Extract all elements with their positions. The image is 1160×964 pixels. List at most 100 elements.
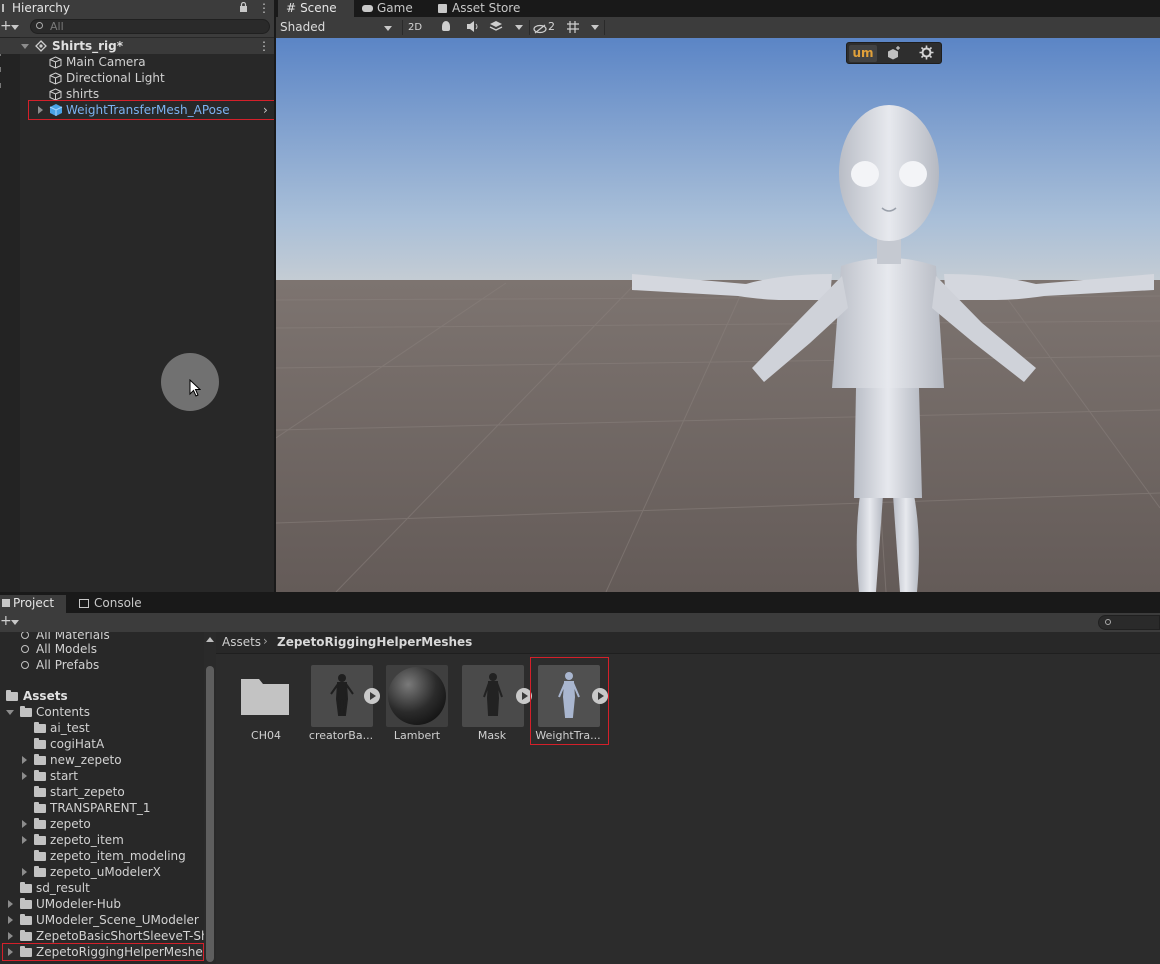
scene-viewport[interactable]: um [276, 38, 1160, 592]
folder-icon [34, 738, 46, 749]
folder-icon [20, 946, 32, 957]
scene-menu-icon[interactable]: ⋮ [258, 38, 270, 54]
lock-icon[interactable] [239, 1, 247, 12]
hierarchy-toolbar: + All [0, 17, 276, 37]
project-toolbar: + [0, 613, 1160, 632]
folder-icon [34, 786, 46, 797]
tree-item-cogihata[interactable]: cogiHatA [0, 736, 200, 752]
favorite-all-prefabs[interactable]: All Prefabs [0, 657, 200, 673]
add-icon[interactable]: + [0, 18, 12, 34]
shopping-bag-icon [438, 4, 447, 13]
tree-item-transparent-1[interactable]: TRANSPARENT_1 [0, 800, 200, 816]
tab-hierarchy[interactable]: Hierarchy [0, 0, 276, 17]
tab-asset-store[interactable]: Asset Store [436, 0, 536, 17]
folder-icon [6, 690, 18, 701]
large-folder-icon [241, 679, 289, 715]
material-sphere-icon [388, 667, 446, 725]
fold-open-icon[interactable] [6, 710, 14, 715]
hierarchy-item-shirts[interactable]: shirts [0, 86, 276, 102]
fold-closed-icon[interactable] [8, 916, 13, 924]
list-icon [2, 4, 10, 12]
project-search-input[interactable] [1098, 615, 1160, 630]
chevron-down-icon[interactable] [591, 25, 599, 30]
fold-closed-icon[interactable] [22, 772, 27, 780]
fold-closed-icon[interactable] [8, 900, 13, 908]
breadcrumb-assets[interactable]: Assets [222, 635, 261, 649]
tree-item-zepeto-rigging-helper-meshes[interactable]: ZepetoRiggingHelperMeshes [0, 944, 209, 960]
lighting-bulb-icon[interactable] [442, 21, 450, 31]
grid-snap-icon[interactable] [566, 20, 580, 37]
chevron-right-icon[interactable]: › [263, 102, 268, 118]
tree-item-zepeto-umodelerx[interactable]: zepeto_uModelerX [0, 864, 200, 880]
folder-icon [20, 930, 32, 941]
fold-closed-icon[interactable] [22, 868, 27, 876]
tab-project[interactable]: Project [0, 595, 66, 613]
chevron-down-icon[interactable] [11, 25, 19, 30]
tree-item-start-zepeto[interactable]: start_zepeto [0, 784, 200, 800]
tab-scene[interactable]: # Scene [278, 0, 354, 17]
tree-item-zepeto-item[interactable]: zepeto_item [0, 832, 200, 848]
umodeler-logo-button[interactable]: um [849, 45, 877, 62]
folder-thumbnail [235, 665, 297, 727]
scene-root-row[interactable]: Shirts_rig* ⋮ [0, 38, 276, 54]
fold-open-icon[interactable] [21, 44, 29, 49]
eye-slash-icon [533, 23, 547, 37]
tree-item-zepeto-basic-short-sleeve[interactable]: ZepetoBasicShortSleeveT-Sh [0, 928, 204, 944]
hierarchy-item-main-camera[interactable]: Main Camera [0, 54, 276, 70]
tree-item-sd-result[interactable]: sd_result [0, 880, 200, 896]
hidden-objects-toggle[interactable]: 2 [533, 19, 561, 36]
expand-asset-icon[interactable] [364, 688, 380, 704]
effects-layers-icon[interactable] [489, 20, 503, 36]
tree-item-zepeto[interactable]: zepeto [0, 816, 200, 832]
tree-assets-root[interactable]: Assets [0, 688, 200, 704]
project-tabbar: Project Console [0, 595, 1160, 613]
fold-closed-icon[interactable] [38, 106, 43, 114]
fold-closed-icon[interactable] [8, 932, 13, 940]
kebab-menu-icon[interactable]: ⋮ [258, 1, 270, 15]
hierarchy-item-weighttransfermesh[interactable]: WeightTransferMesh_APose › [0, 102, 276, 118]
asset-item-mask[interactable] [462, 665, 524, 727]
tree-item-ai-test[interactable]: ai_test [0, 720, 200, 736]
tab-game[interactable]: Game [360, 0, 430, 17]
scroll-up-icon[interactable] [206, 637, 214, 642]
tree-item-zepeto-item-modeling[interactable]: zepeto_item_modeling [0, 848, 200, 864]
add-icon[interactable]: + [0, 613, 12, 629]
shading-mode-dropdown[interactable]: Shaded [276, 17, 397, 38]
asset-item-lambert[interactable] [386, 665, 448, 727]
fold-closed-icon[interactable] [22, 820, 27, 828]
folder-icon [20, 882, 32, 893]
tree-item-contents[interactable]: Contents [0, 704, 200, 720]
tree-scrollbar-track[interactable] [204, 632, 216, 964]
tree-item-start[interactable]: start [0, 768, 200, 784]
fold-closed-icon[interactable] [22, 836, 27, 844]
add-cube-icon[interactable] [887, 46, 901, 63]
hierarchy-panel: Shirts_rig* ⋮ Main Camera Directional Li… [0, 37, 276, 592]
expand-asset-icon[interactable] [592, 688, 608, 704]
model-thumbnail [462, 665, 524, 727]
hash-icon: # [286, 1, 297, 15]
fold-closed-icon[interactable] [22, 756, 27, 764]
chevron-down-icon[interactable] [11, 620, 19, 625]
fold-closed-icon[interactable] [8, 948, 13, 956]
prefab-cube-icon [49, 103, 63, 121]
audio-speaker-icon[interactable] [466, 20, 480, 36]
settings-gear-icon[interactable] [919, 45, 934, 63]
scene-toolbar: Shaded 2D 2 [276, 17, 1160, 38]
tree-item-umodeler-scene[interactable]: UModeler_Scene_UModeler [0, 912, 200, 928]
gamepad-icon [362, 5, 373, 12]
tree-item-new-zepeto[interactable]: new_zepeto [0, 752, 200, 768]
tab-console[interactable]: Console [77, 595, 147, 613]
hierarchy-search-input[interactable]: All [30, 19, 270, 34]
tree-item-umodeler-hub[interactable]: UModeler-Hub [0, 896, 200, 912]
asset-item-ch04[interactable] [235, 665, 297, 727]
folder-icon [20, 914, 32, 925]
figure-icon [483, 673, 503, 716]
breadcrumb-current-folder[interactable]: ZepetoRiggingHelperMeshes [277, 635, 472, 649]
chevron-down-icon[interactable] [515, 25, 523, 30]
expand-asset-icon[interactable] [516, 688, 532, 704]
favorite-all-models[interactable]: All Models [0, 641, 200, 657]
hierarchy-item-directional-light[interactable]: Directional Light [0, 70, 276, 86]
toggle-2d-button[interactable]: 2D [405, 19, 425, 36]
tree-scrollbar-thumb[interactable] [206, 666, 214, 962]
asset-item-weighttransfer[interactable] [538, 665, 600, 727]
